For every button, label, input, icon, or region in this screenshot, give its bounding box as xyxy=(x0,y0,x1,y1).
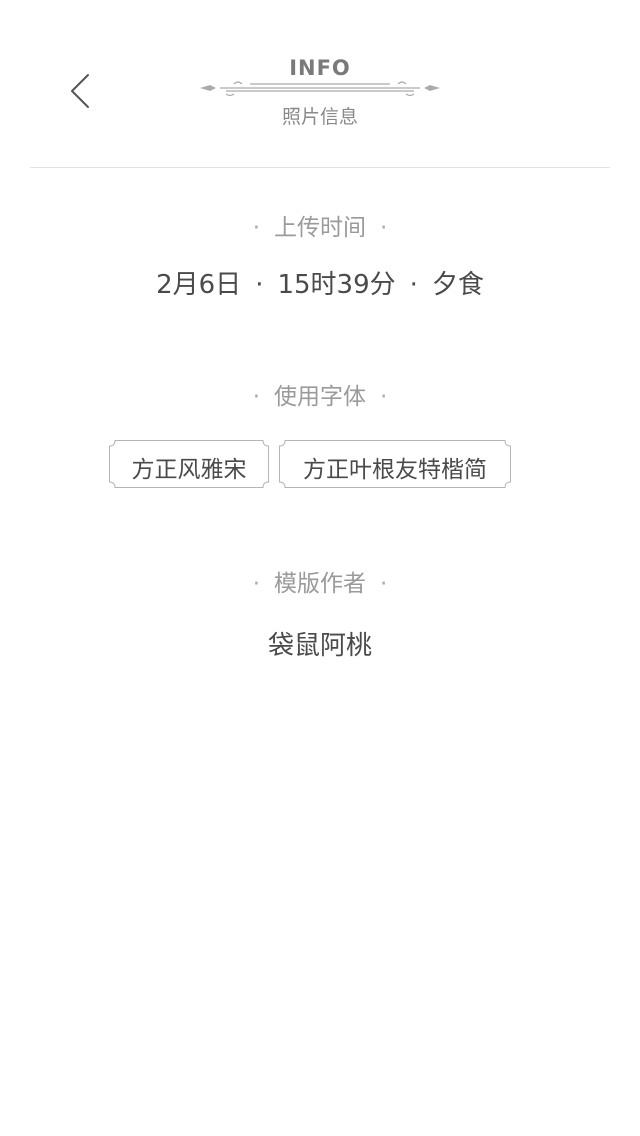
page-title-cn: 照片信息 xyxy=(281,106,358,128)
header-divider xyxy=(30,167,610,168)
decor-dot: · xyxy=(252,384,260,410)
decor-dot: · xyxy=(380,571,388,597)
separator-dot: · xyxy=(409,270,418,300)
font-tag-list: 方正风雅宋 方正叶根友特楷简 xyxy=(0,440,640,488)
fonts-label: · 使用字体 · xyxy=(0,377,640,411)
upload-time-label: · 上传时间 · xyxy=(0,208,640,242)
page-title: INFO 照片信息 xyxy=(190,52,450,132)
font-tag[interactable]: 方正风雅宋 xyxy=(109,440,269,488)
upload-time-label-text: 上传时间 xyxy=(274,215,366,241)
decor-dot: · xyxy=(252,571,260,597)
upload-time: 15时39分 xyxy=(277,270,396,300)
upload-date: 2月6日 xyxy=(156,270,242,300)
separator-dot: · xyxy=(255,270,264,300)
header: INFO 照片信息 xyxy=(0,0,640,168)
decor-dot: · xyxy=(252,215,260,241)
upload-time-value: 2月6日 · 15时39分 · 夕食 xyxy=(0,264,640,301)
font-tag-label: 方正叶根友特楷简 xyxy=(303,457,487,483)
decor-dot: · xyxy=(380,215,388,241)
author-label: · 模版作者 · xyxy=(0,564,640,598)
author-label-text: 模版作者 xyxy=(274,571,366,597)
font-tag-label: 方正风雅宋 xyxy=(131,457,247,483)
title-ornament xyxy=(200,81,440,97)
upload-meal: 夕食 xyxy=(431,270,484,300)
chevron-left-icon xyxy=(71,74,89,108)
font-tag[interactable]: 方正叶根友特楷简 xyxy=(279,440,511,488)
author-name[interactable]: 袋鼠阿桃 xyxy=(0,625,640,662)
back-button[interactable] xyxy=(56,62,104,122)
fonts-label-text: 使用字体 xyxy=(274,384,366,410)
decor-dot: · xyxy=(380,384,388,410)
